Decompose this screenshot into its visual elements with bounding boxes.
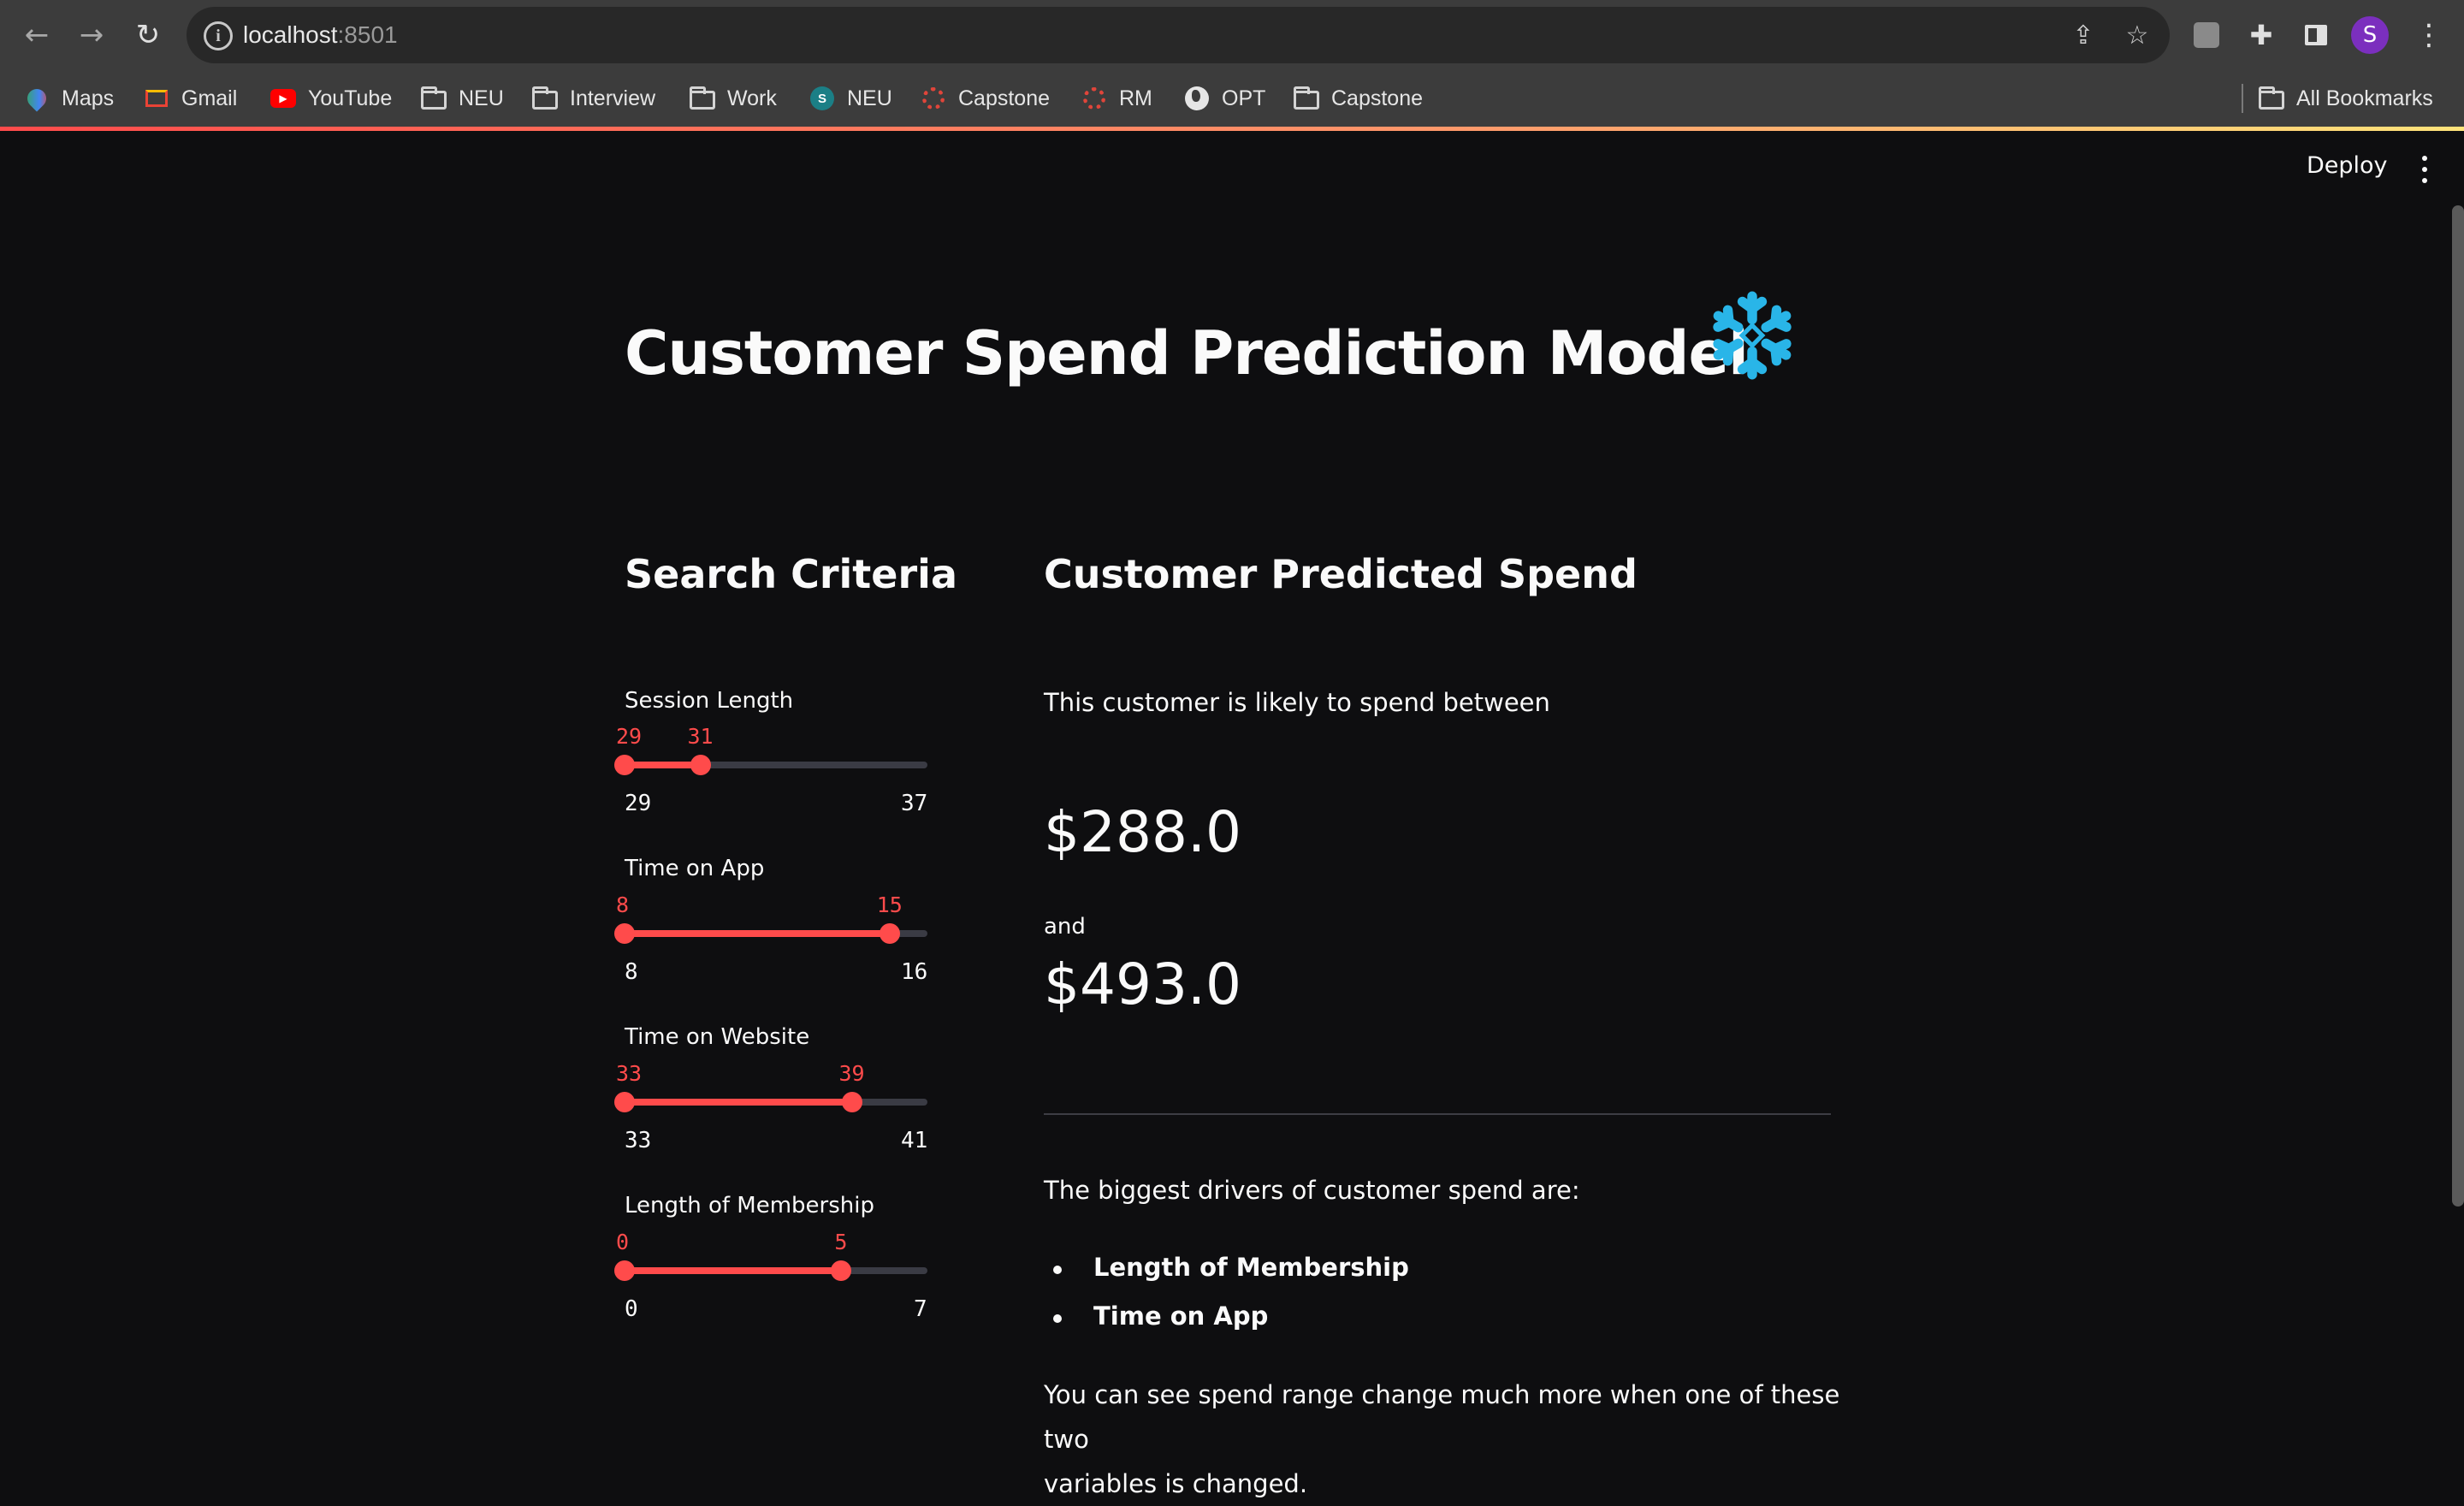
slider-max-label: 37	[901, 791, 928, 816]
and-text: and	[1044, 914, 1086, 940]
bookmark-interview-folder[interactable]: Interview	[532, 81, 655, 116]
slider-low-thumb[interactable]	[614, 755, 635, 775]
slider-fill	[625, 930, 890, 937]
slider-fill	[625, 762, 701, 768]
maps-icon	[23, 85, 50, 112]
search-criteria-header: Search Criteria	[625, 551, 957, 597]
browser-menu-icon[interactable]: ⋮	[2409, 15, 2449, 55]
bookmark-youtube[interactable]: ▶ YouTube	[270, 81, 392, 116]
forward-arrow-icon[interactable]: →	[72, 15, 111, 55]
slider-fill	[625, 1099, 852, 1106]
deploy-button[interactable]: Deploy	[2307, 152, 2388, 179]
bullet-dot	[1053, 1314, 1062, 1323]
driver-item: Time on App	[1093, 1301, 1269, 1331]
site-info-icon[interactable]: i	[204, 21, 233, 50]
slider-high-value: 39	[838, 1061, 865, 1086]
explanation-line: You can see spend range change much more…	[1044, 1380, 1840, 1454]
slider-max-label: 7	[914, 1296, 927, 1322]
slider-high-value: 15	[876, 892, 903, 917]
slider-label: Session Length	[625, 688, 794, 714]
section-divider	[1044, 1113, 1831, 1115]
drivers-intro-text: The biggest drivers of customer spend ar…	[1044, 1176, 1580, 1205]
slider-track[interactable]	[614, 1092, 927, 1112]
bookmark-capstone-folder[interactable]: Capstone	[1294, 81, 1423, 116]
slider-label: Time on App	[625, 856, 765, 881]
likely-spend-text: This customer is likely to spend between	[1044, 688, 1550, 717]
star-icon[interactable]: ☆	[2121, 19, 2153, 51]
slider-max-label: 41	[901, 1128, 928, 1153]
bookmark-neu-sharepoint[interactable]: S NEU	[809, 81, 892, 116]
slider-min-label: 29	[625, 791, 652, 816]
youtube-icon: ▶	[270, 86, 296, 111]
slider-high-thumb[interactable]	[830, 1260, 851, 1281]
sharepoint-icon: S	[809, 86, 835, 111]
folder-icon	[532, 86, 558, 111]
slider-max-label: 16	[901, 959, 928, 985]
driver-item: Length of Membership	[1093, 1253, 1409, 1282]
snowflake-logo-icon	[1708, 291, 1797, 380]
slider-min-label: 8	[625, 959, 638, 985]
slider-high-thumb[interactable]	[690, 755, 711, 775]
reload-icon[interactable]: ↻	[128, 15, 168, 55]
bookmark-gmail[interactable]: Gmail	[144, 81, 237, 116]
slider-low-thumb[interactable]	[614, 1260, 635, 1281]
bookmark-neu-folder[interactable]: NEU	[421, 81, 504, 116]
slider-high-value: 31	[687, 724, 714, 749]
app-header-decoration	[0, 127, 2464, 131]
folder-icon	[2259, 86, 2284, 111]
slider-min-label: 33	[625, 1128, 652, 1153]
slider-high-thumb[interactable]	[879, 923, 900, 944]
profile-avatar[interactable]: S	[2351, 16, 2389, 54]
low-spend-value: $288.0	[1044, 799, 1241, 865]
wheel-icon	[1081, 86, 1107, 111]
page-title: Customer Spend Prediction Model	[625, 318, 1749, 388]
folder-icon	[1294, 86, 1319, 111]
slider-low-value: 33	[616, 1061, 643, 1086]
side-panel-icon[interactable]	[2296, 15, 2336, 55]
folder-icon	[690, 86, 715, 111]
wheel-icon	[921, 86, 946, 111]
slider-low-thumb[interactable]	[614, 1092, 635, 1112]
bookmark-capstone[interactable]: Capstone	[921, 81, 1050, 116]
bookmark-opt[interactable]: OPT	[1184, 81, 1265, 116]
slider-label: Time on Website	[625, 1024, 810, 1050]
globe-icon	[1184, 86, 1210, 111]
puzzle-icon[interactable]: ✚	[2242, 15, 2281, 55]
slider-track[interactable]	[614, 923, 927, 944]
url-text[interactable]: localhost:8501	[243, 21, 398, 49]
bookmarks-bar: Maps Gmail ▶ YouTube NEU Interview Work …	[0, 70, 2464, 127]
page-scrollbar[interactable]	[2452, 205, 2464, 1207]
bookmark-rm[interactable]: RM	[1081, 81, 1152, 116]
slider-low-value: 0	[616, 1230, 630, 1254]
browser-toolbar: ← → ↻ i localhost:8501 ⇪ ☆ ✚ S ⋮	[0, 0, 2464, 70]
predicted-spend-header: Customer Predicted Spend	[1044, 551, 1638, 597]
slider-low-value: 29	[616, 724, 643, 749]
bookmark-work-folder[interactable]: Work	[690, 81, 777, 116]
back-arrow-icon[interactable]: ←	[17, 15, 56, 55]
slider-label: Length of Membership	[625, 1193, 874, 1218]
gmail-icon	[144, 86, 169, 111]
folder-icon	[421, 86, 447, 111]
slider-min-label: 0	[625, 1296, 638, 1322]
slider-track[interactable]	[614, 1260, 927, 1281]
all-bookmarks[interactable]: All Bookmarks	[2259, 81, 2433, 116]
address-bar[interactable]: i localhost:8501 ⇪ ☆	[187, 7, 2170, 63]
bullet-dot	[1053, 1266, 1062, 1274]
slider-track[interactable]	[614, 755, 927, 775]
bookmark-maps[interactable]: Maps	[23, 81, 114, 116]
slider-low-value: 8	[616, 892, 630, 917]
extension-icon[interactable]	[2187, 15, 2226, 55]
slider-fill	[625, 1267, 841, 1274]
slider-low-thumb[interactable]	[614, 923, 635, 944]
app-menu-icon[interactable]	[2414, 152, 2435, 187]
share-icon[interactable]: ⇪	[2067, 19, 2100, 51]
bookmarks-divider	[2242, 84, 2243, 113]
high-spend-value: $493.0	[1044, 952, 1241, 1017]
slider-high-value: 5	[834, 1230, 848, 1254]
slider-high-thumb[interactable]	[841, 1092, 862, 1112]
explanation-paragraph: You can see spend range change much more…	[1044, 1373, 1848, 1506]
